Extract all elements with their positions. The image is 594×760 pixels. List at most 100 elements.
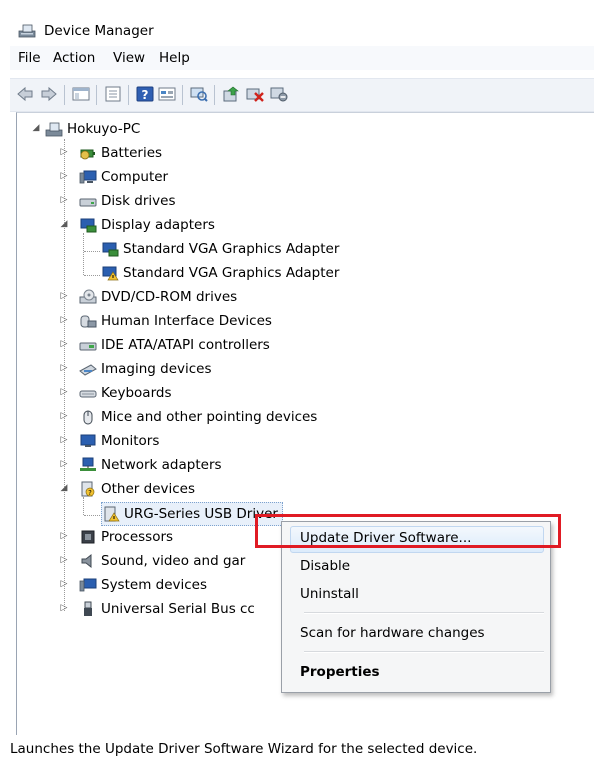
network-adapter-icon [80, 457, 96, 471]
properties-icon[interactable] [104, 86, 122, 102]
menu-help[interactable]: Help [159, 50, 190, 66]
svg-text:?: ? [88, 489, 92, 497]
usb-icon [84, 601, 92, 616]
expand-arrow-icon[interactable]: ▷ [59, 531, 69, 541]
expand-arrow-icon[interactable]: ▷ [59, 171, 69, 181]
tree-item-keyboards[interactable]: ▷ Keyboards [61, 382, 172, 404]
menu-action[interactable]: Action [53, 50, 95, 66]
keyboard-icon [79, 390, 97, 398]
tree-item-monitors[interactable]: ▷ Monitors [61, 430, 160, 452]
expand-arrow-icon[interactable]: ▷ [59, 387, 69, 397]
menu-item-disable[interactable]: Disable [284, 553, 546, 579]
toolbar: ? [10, 78, 594, 112]
display-adapter-warning-icon [102, 266, 119, 281]
expand-arrow-icon[interactable]: ▷ [59, 579, 69, 589]
tree-item-processors[interactable]: ▷ Processors [61, 526, 174, 548]
dvd-drive-icon [79, 289, 97, 304]
tree-item-disk-drives[interactable]: ▷ Disk drives [61, 190, 176, 212]
tree-item-display-adapters[interactable]: ◢ Display adapters [61, 214, 215, 236]
menu-item-properties[interactable]: Properties [284, 659, 546, 685]
collapse-arrow-icon[interactable]: ◢ [59, 219, 69, 229]
back-icon[interactable] [16, 86, 34, 102]
expand-arrow-icon[interactable]: ▷ [59, 603, 69, 613]
unknown-device-icon: ? [81, 481, 95, 497]
disable-icon[interactable] [270, 86, 288, 102]
tree-item-batteries[interactable]: ▷ Batteries [61, 142, 163, 164]
uninstall-icon[interactable] [246, 86, 264, 102]
tree-item-label: Mice and other pointing devices [101, 409, 318, 425]
expand-arrow-icon[interactable]: ▷ [59, 435, 69, 445]
forward-icon[interactable] [40, 86, 58, 102]
menu-view[interactable]: View [113, 50, 145, 66]
collapse-arrow-icon[interactable]: ◢ [31, 123, 41, 133]
tree-item-label: Sound, video and gar [101, 553, 246, 569]
console-tree-icon[interactable] [72, 86, 90, 102]
status-text: Launches the Update Driver Software Wiza… [10, 741, 478, 757]
tree-item-vga-adapter-1[interactable]: Standard VGA Graphics Adapter [101, 238, 339, 260]
expand-arrow-icon[interactable]: ▷ [59, 459, 69, 469]
tree-item-ide-controllers[interactable]: ▷ IDE ATA/ATAPI controllers [61, 334, 270, 356]
menu-item-scan-hardware[interactable]: Scan for hardware changes [284, 620, 546, 646]
expand-arrow-icon[interactable]: ▷ [59, 195, 69, 205]
expand-arrow-icon[interactable]: ▷ [59, 147, 69, 157]
processor-icon [81, 530, 95, 544]
highlight-annotation-box [255, 514, 561, 548]
tree-item-label: System devices [101, 577, 208, 593]
tree-item-sound-video[interactable]: ▷ Sound, video and gar [61, 550, 246, 572]
expand-arrow-icon[interactable]: ▷ [59, 363, 69, 373]
collapse-arrow-icon[interactable]: ◢ [59, 483, 69, 493]
status-bar: Launches the Update Driver Software Wiza… [0, 736, 594, 760]
tree-item-vga-adapter-2[interactable]: Standard VGA Graphics Adapter [101, 262, 339, 284]
tree-item-label: Human Interface Devices [101, 313, 272, 329]
help-icon[interactable]: ? [136, 86, 154, 102]
tree-item-label: Standard VGA Graphics Adapter [123, 241, 340, 257]
window-title: Device Manager [44, 23, 154, 39]
tree-root[interactable]: ◢ Hokuyo-PC [33, 118, 141, 140]
tree-item-label: Monitors [101, 433, 160, 449]
imaging-device-icon [79, 364, 97, 376]
tree-root-label: Hokuyo-PC [67, 121, 141, 137]
tree-item-label: Computer [101, 169, 169, 185]
view-icon[interactable] [158, 86, 176, 102]
tree-item-network-adapters[interactable]: ▷ Network adapters [61, 454, 222, 476]
menu-file[interactable]: File [18, 50, 41, 66]
hid-icon [80, 315, 97, 328]
tree-item-label: Imaging devices [101, 361, 212, 377]
update-driver-icon[interactable] [222, 86, 240, 102]
disk-drive-icon [79, 198, 97, 207]
tree-item-hid[interactable]: ▷ Human Interface Devices [61, 310, 272, 332]
speaker-icon [81, 553, 92, 569]
tree-item-label: IDE ATA/ATAPI controllers [101, 337, 270, 353]
scan-hardware-icon[interactable] [190, 86, 208, 102]
menu-item-label: Disable [300, 558, 351, 574]
menu-separator [304, 651, 544, 653]
device-manager-icon [18, 24, 36, 38]
expand-arrow-icon[interactable]: ▷ [59, 291, 69, 301]
computer-icon [79, 170, 97, 184]
menu-separator [304, 612, 544, 614]
tree-item-label: Standard VGA Graphics Adapter [123, 265, 340, 281]
ide-controller-icon [79, 342, 97, 351]
expand-arrow-icon[interactable]: ▷ [59, 411, 69, 421]
tree-item-label: Processors [101, 529, 174, 545]
expand-arrow-icon[interactable]: ▷ [59, 339, 69, 349]
tree-item-mice[interactable]: ▷ Mice and other pointing devices [61, 406, 318, 428]
tree-item-imaging-devices[interactable]: ▷ Imaging devices [61, 358, 212, 380]
tree-item-other-devices[interactable]: ◢ ? Other devices [61, 478, 195, 500]
device-manager-window: Device Manager File Action View Help ? ◢… [0, 0, 594, 760]
tree-item-computer[interactable]: ▷ Computer [61, 166, 169, 188]
menu-item-uninstall[interactable]: Uninstall [284, 581, 546, 607]
expand-arrow-icon[interactable]: ▷ [59, 555, 69, 565]
tree-item-label: Disk drives [101, 193, 176, 209]
tree-item-label: Batteries [101, 145, 163, 161]
tree-item-dvd-drives[interactable]: ▷ DVD/CD-ROM drives [61, 286, 238, 308]
menu-item-label: Scan for hardware changes [300, 625, 485, 641]
expand-arrow-icon[interactable]: ▷ [59, 315, 69, 325]
menu-bar: File Action View Help [10, 46, 594, 70]
menu-item-label: Properties [300, 664, 380, 680]
tree-item-label: Network adapters [101, 457, 222, 473]
svg-text:?: ? [142, 88, 149, 102]
tree-item-label: Universal Serial Bus cc [101, 601, 255, 617]
tree-item-usb-controllers[interactable]: ▷ Universal Serial Bus cc [61, 598, 255, 620]
tree-item-system-devices[interactable]: ▷ System devices [61, 574, 208, 596]
